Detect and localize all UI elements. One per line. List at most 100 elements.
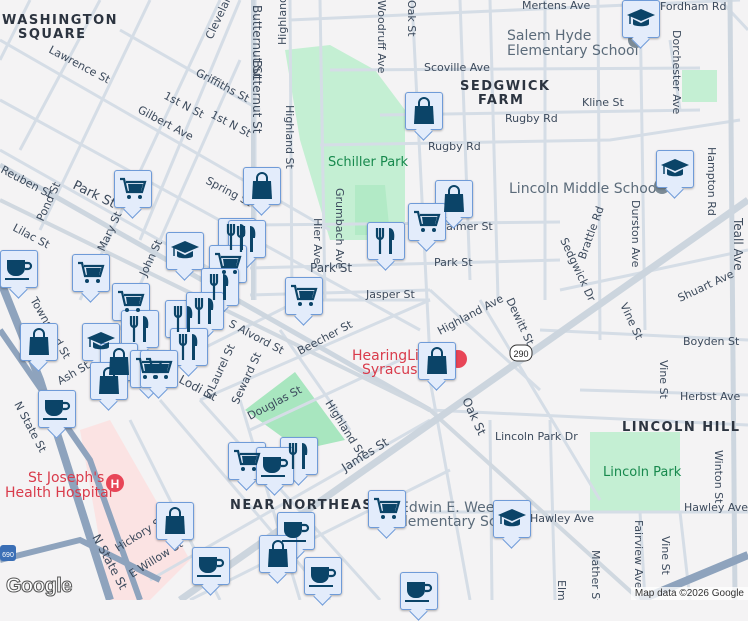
shopping-bag-icon — [163, 507, 187, 535]
svg-text:Syracuse: Syracuse — [362, 362, 426, 378]
shopping-cart-icon — [290, 284, 318, 308]
shopping-bag-icon — [442, 185, 466, 213]
poi-marker-coffee-cup[interactable] — [38, 390, 76, 428]
svg-text:Park St: Park St — [434, 256, 473, 269]
svg-text:Highland St: Highland St — [283, 105, 296, 170]
poi-marker-shopping-cart[interactable] — [72, 254, 110, 292]
poi-marker-coffee-cup[interactable] — [0, 250, 38, 288]
shopping-bag-icon — [250, 172, 274, 200]
coffee-cup-icon — [308, 564, 338, 588]
coffee-cup-icon — [196, 554, 226, 578]
svg-text:Highland Ave: Highland Ave — [435, 292, 505, 338]
shopping-cart-icon — [117, 290, 145, 314]
shopping-cart-icon — [119, 177, 147, 201]
svg-text:Grumbach Ave: Grumbach Ave — [333, 188, 346, 269]
graduation-cap-icon — [170, 239, 200, 263]
poi-marker-graduation-cap[interactable] — [493, 500, 531, 538]
svg-text:Lincoln Park Dr: Lincoln Park Dr — [495, 430, 578, 443]
poi-marker-coffee-cup[interactable] — [192, 547, 230, 585]
poi-marker-shopping-cart[interactable] — [368, 490, 406, 528]
shopping-bag-icon — [97, 367, 121, 395]
svg-text:Oak St: Oak St — [405, 0, 418, 37]
restaurant-icon — [287, 442, 311, 470]
svg-text:Seward St: Seward St — [229, 350, 265, 406]
poi-marker-shopping-bag[interactable] — [405, 92, 443, 130]
shopping-bag-icon — [266, 540, 290, 568]
graduation-cap-icon — [626, 7, 656, 31]
svg-text:Lilac St: Lilac St — [11, 221, 53, 251]
shopping-bag-icon — [27, 328, 51, 356]
coffee-cup-icon — [4, 257, 34, 281]
coffee-cup-icon — [404, 579, 434, 603]
svg-text:Teall Ave: Teall Ave — [731, 217, 745, 271]
poi-marker-shopping-cart[interactable] — [285, 277, 323, 315]
map-attribution[interactable]: Map data ©2026 Google — [631, 587, 748, 600]
svg-text:SQUARE: SQUARE — [18, 27, 87, 42]
svg-text:Oak St: Oak St — [459, 395, 489, 437]
svg-text:Durston Ave: Durston Ave — [629, 200, 642, 268]
poi-marker-coffee-cup[interactable] — [304, 557, 342, 595]
shopping-cart-icon — [77, 261, 105, 285]
svg-text:Dorchester Ave: Dorchester Ave — [670, 30, 683, 114]
svg-text:FARM: FARM — [478, 93, 524, 108]
poi-marker-graduation-cap[interactable] — [166, 232, 204, 270]
svg-text:Butternut St: Butternut St — [250, 60, 264, 134]
svg-text:Highland St: Highland St — [276, 0, 289, 45]
svg-text:Shuart Ave: Shuart Ave — [676, 267, 736, 304]
poi-marker-shopping-cart[interactable] — [140, 350, 178, 388]
graduation-cap-icon — [660, 157, 690, 181]
svg-text:Mather St: Mather St — [589, 550, 602, 600]
svg-text:Schiller Park: Schiller Park — [328, 155, 409, 170]
svg-text:WASHINGTON: WASHINGTON — [2, 13, 118, 28]
poi-marker-graduation-cap[interactable] — [622, 0, 660, 38]
graduation-cap-icon — [497, 507, 527, 531]
svg-text:Rugby Rd: Rugby Rd — [428, 140, 481, 153]
restaurant-icon — [193, 297, 217, 325]
shopping-cart-icon — [373, 497, 401, 521]
poi-marker-graduation-cap[interactable] — [656, 150, 694, 188]
svg-text:Elementary School: Elementary School — [507, 43, 639, 59]
svg-text:Hier Ave: Hier Ave — [311, 218, 324, 265]
poi-marker-shopping-bag[interactable] — [243, 167, 281, 205]
restaurant-icon — [128, 315, 152, 343]
restaurant-icon — [177, 333, 201, 361]
svg-text:Lincoln Middle School: Lincoln Middle School — [509, 181, 660, 197]
svg-text:Rugby Rd: Rugby Rd — [505, 112, 558, 125]
svg-text:Mertens Ave: Mertens Ave — [522, 0, 590, 12]
shopping-bag-icon — [425, 347, 449, 375]
poi-marker-coffee-cup[interactable] — [400, 572, 438, 610]
svg-text:NEAR NORTHEAST: NEAR NORTHEAST — [230, 498, 384, 513]
svg-text:Health Hospital: Health Hospital — [5, 485, 113, 501]
poi-marker-restaurant[interactable] — [367, 222, 405, 260]
svg-text:Kline St: Kline St — [582, 96, 625, 109]
svg-text:St Joseph's: St Joseph's — [28, 470, 104, 486]
svg-text:Salem Hyde: Salem Hyde — [507, 28, 591, 44]
svg-text:290: 290 — [513, 349, 528, 359]
poi-marker-shopping-bag[interactable] — [156, 502, 194, 540]
svg-text:Vine St: Vine St — [617, 301, 645, 342]
svg-text:1st N St: 1st N St — [209, 108, 254, 140]
svg-text:Winton St: Winton St — [712, 450, 725, 504]
svg-text:Ash St: Ash St — [55, 358, 92, 387]
svg-text:Scoville Ave: Scoville Ave — [424, 61, 490, 74]
svg-text:Herbst Ave: Herbst Ave — [680, 390, 740, 403]
svg-text:Vine St: Vine St — [659, 536, 672, 576]
svg-text:LINCOLN HILL: LINCOLN HILL — [622, 420, 741, 435]
svg-text:Hampton Rd: Hampton Rd — [705, 147, 718, 216]
svg-text:Fairview Ave: Fairview Ave — [632, 520, 645, 589]
svg-text:Boyden St: Boyden St — [683, 335, 740, 348]
svg-text:H: H — [111, 477, 120, 491]
svg-text:Lincoln Park: Lincoln Park — [603, 465, 682, 480]
poi-marker-shopping-bag[interactable] — [418, 342, 456, 380]
poi-marker-shopping-cart[interactable] — [408, 203, 446, 241]
svg-text:690: 690 — [2, 552, 14, 559]
poi-marker-shopping-cart[interactable] — [114, 170, 152, 208]
shopping-cart-icon — [145, 357, 173, 381]
svg-text:Brattle Rd: Brattle Rd — [576, 205, 607, 261]
restaurant-icon — [235, 225, 259, 253]
svg-text:Woodruff Ave: Woodruff Ave — [375, 0, 388, 74]
restaurant-icon — [374, 227, 398, 255]
coffee-cup-icon — [260, 454, 290, 478]
poi-marker-shopping-bag[interactable] — [20, 323, 58, 361]
svg-text:Fordham Rd: Fordham Rd — [660, 0, 727, 13]
